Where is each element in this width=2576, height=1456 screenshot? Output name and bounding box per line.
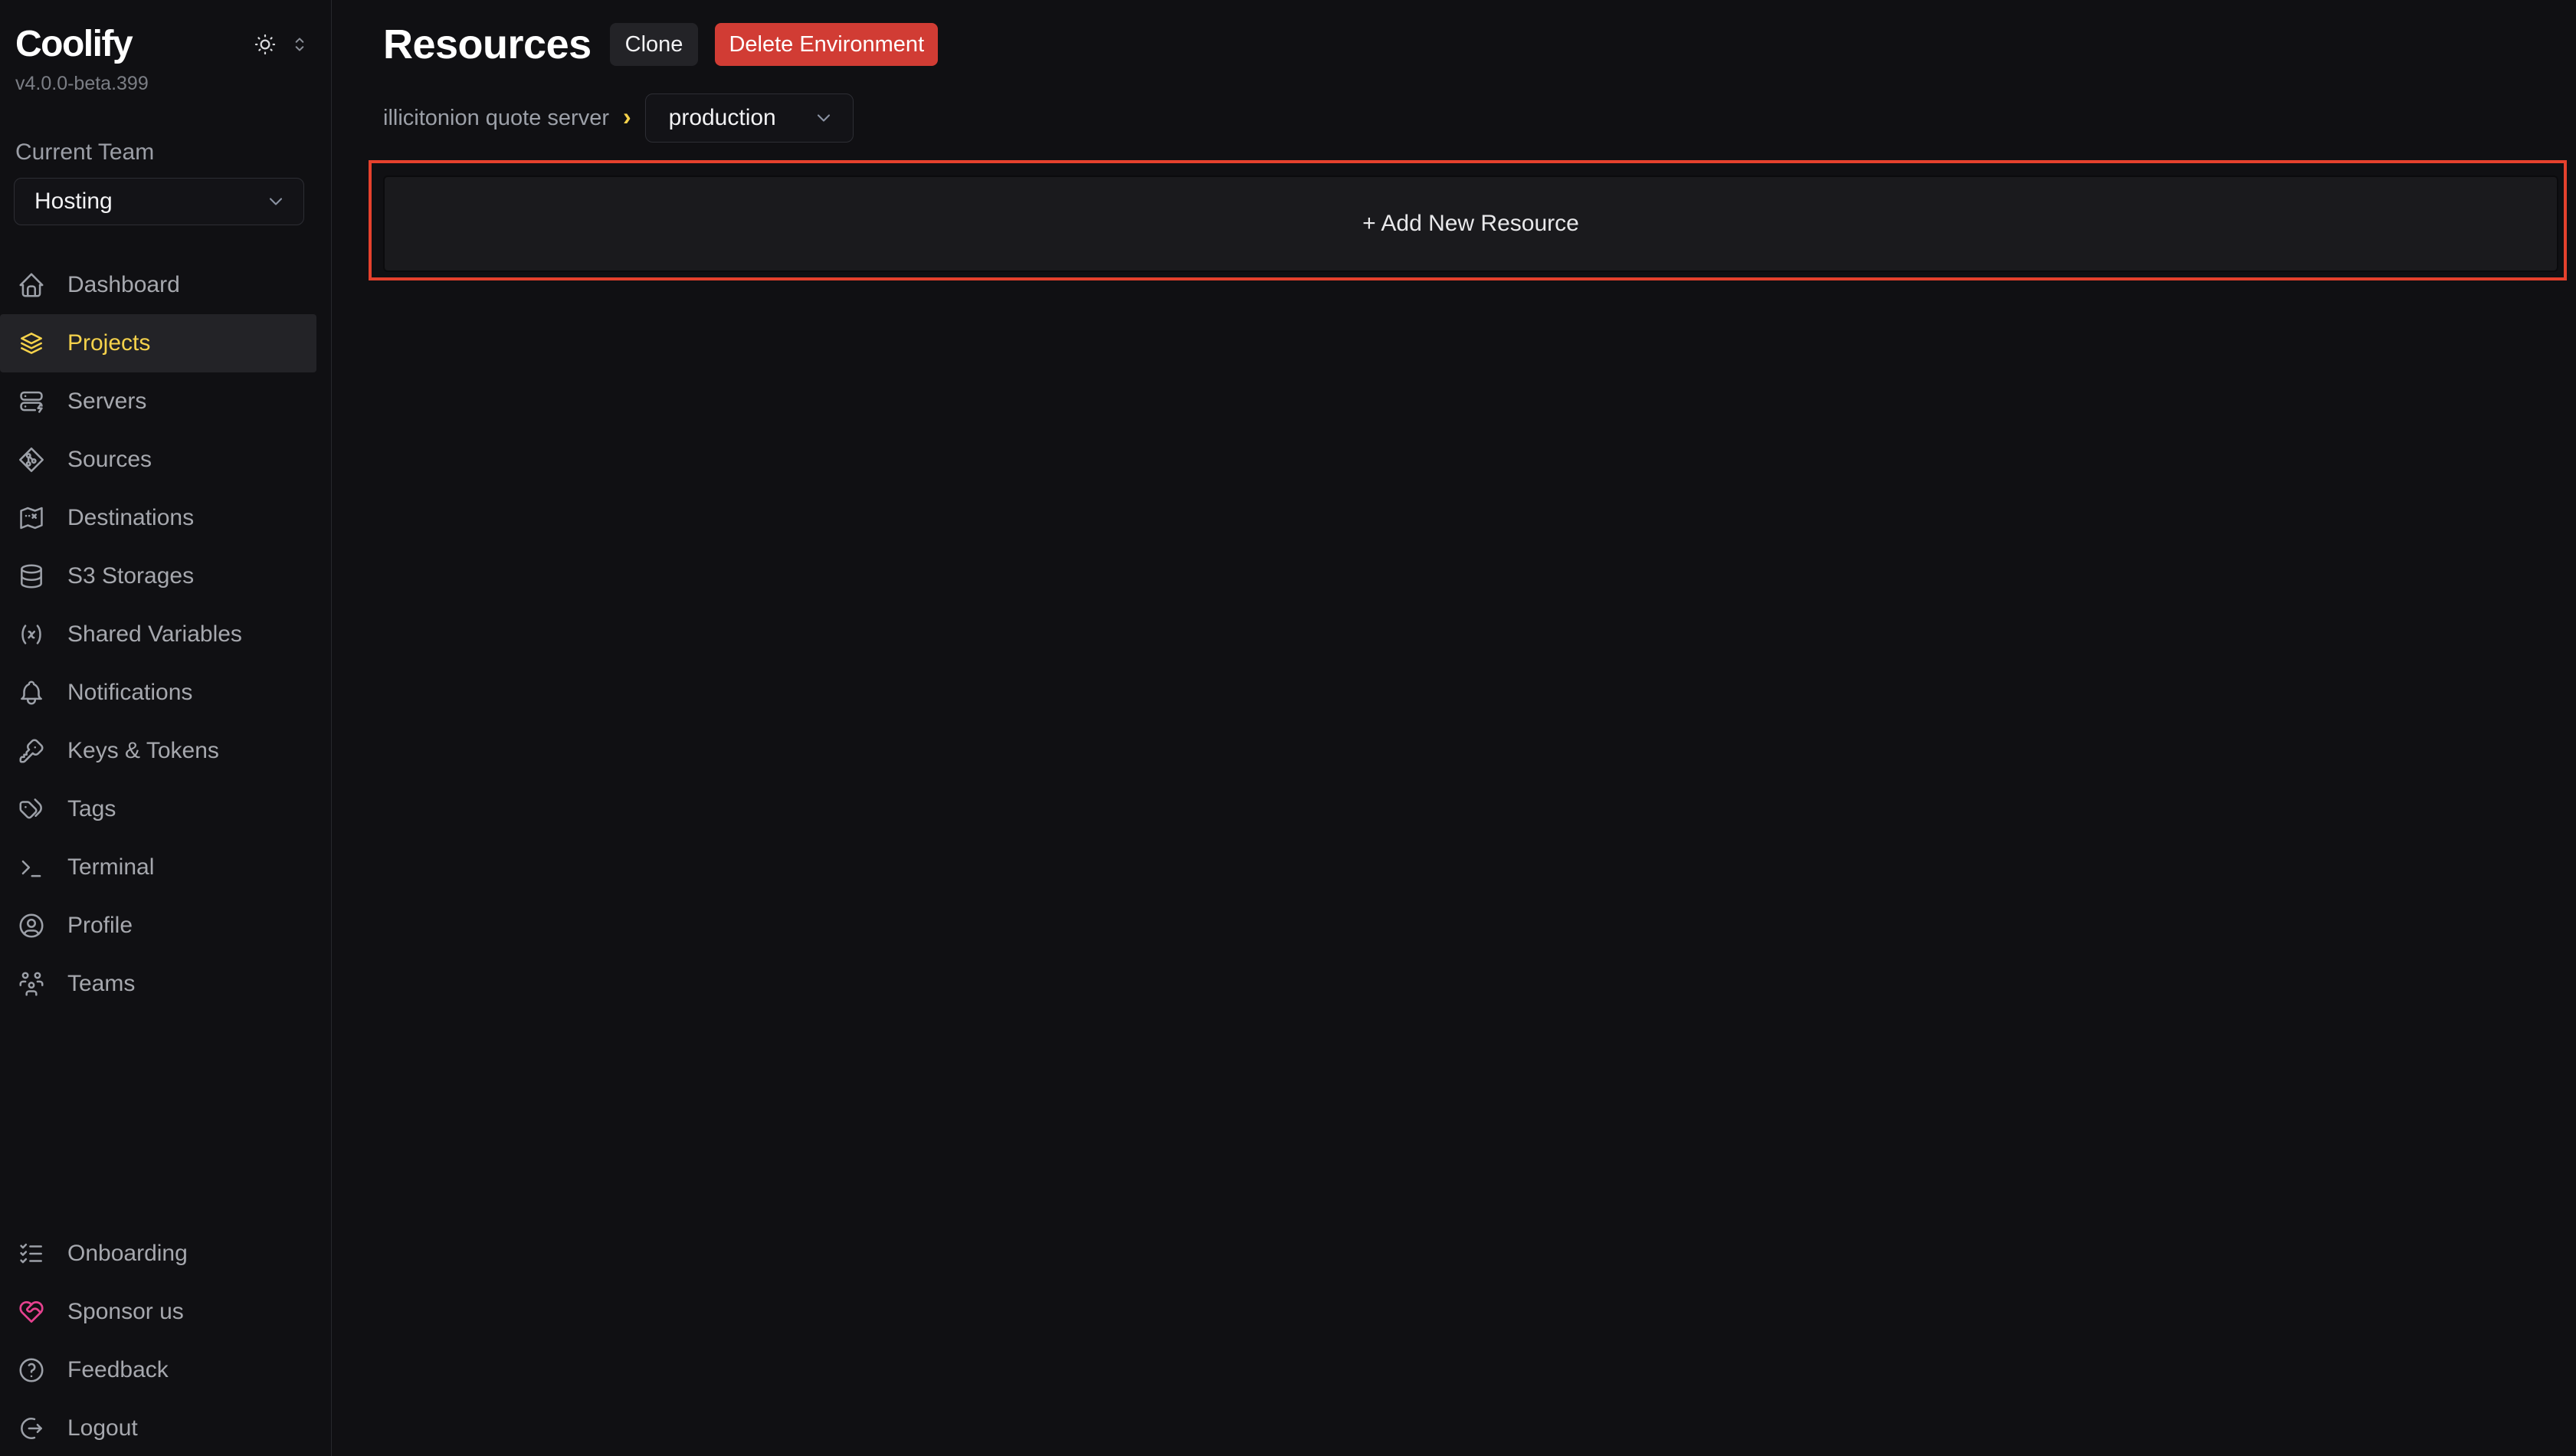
sidebar-item-onboarding[interactable]: Onboarding (0, 1225, 332, 1283)
app-version: v4.0.0-beta.399 (0, 65, 331, 95)
sidebar-item-label: Tags (67, 796, 116, 822)
sidebar-item-notifications[interactable]: Notifications (0, 664, 332, 722)
sidebar-item-label: Dashboard (67, 272, 180, 298)
git-icon (17, 445, 46, 474)
layers-icon (17, 329, 46, 358)
tags-icon (17, 795, 46, 824)
sidebar-item-feedback[interactable]: Feedback (0, 1341, 332, 1399)
page-header: Resources Clone Delete Environment (383, 20, 2576, 69)
sidebar-item-label: Keys & Tokens (67, 738, 219, 764)
map-icon (17, 503, 46, 533)
sidebar-item-label: Sponsor us (67, 1299, 184, 1325)
coolify-app: { "app": { "name": "Coolify", "version":… (0, 0, 2576, 1456)
sidebar-item-label: Shared Variables (67, 621, 242, 648)
chevron-down-icon (265, 191, 287, 212)
sidebar-item-sponsor-us[interactable]: Sponsor us (0, 1283, 332, 1341)
delete-environment-button[interactable]: Delete Environment (715, 23, 938, 66)
logout-icon (17, 1414, 46, 1443)
sidebar-item-label: Teams (67, 971, 135, 997)
sidebar-footer-nav: Onboarding Sponsor us Feedback (0, 1225, 332, 1456)
sidebar-nav: Dashboard Projects Servers (0, 256, 332, 1013)
sidebar-item-label: Feedback (67, 1357, 169, 1383)
add-new-resource-button[interactable]: + Add New Resource (383, 175, 2558, 272)
heart-handshake-icon (17, 1297, 46, 1326)
users-icon (17, 969, 46, 999)
bell-icon (17, 678, 46, 707)
environment-select-value: production (669, 105, 776, 131)
sidebar: Coolify v4.0.0-beta.399 Current Team Hos… (0, 0, 332, 1456)
sidebar-item-label: Terminal (67, 854, 154, 880)
sidebar-item-label: Notifications (67, 680, 192, 706)
sidebar-item-profile[interactable]: Profile (0, 897, 332, 955)
sidebar-item-label: S3 Storages (67, 563, 194, 589)
sidebar-item-dashboard[interactable]: Dashboard (0, 256, 332, 314)
terminal-icon (17, 853, 46, 882)
sidebar-item-keys-tokens[interactable]: Keys & Tokens (0, 722, 332, 780)
logo-row: Coolify (0, 0, 331, 65)
help-circle-icon (17, 1356, 46, 1385)
database-icon (17, 562, 46, 591)
breadcrumb: illicitonion quote server › production (383, 93, 2576, 143)
sun-icon[interactable] (253, 32, 277, 57)
sidebar-item-label: Logout (67, 1415, 138, 1441)
environment-select[interactable]: production (645, 93, 854, 143)
sidebar-item-label: Destinations (67, 505, 194, 531)
current-team-label: Current Team (0, 95, 331, 166)
sidebar-item-destinations[interactable]: Destinations (0, 489, 332, 547)
key-icon (17, 736, 46, 766)
sidebar-item-label: Projects (67, 330, 150, 356)
sidebar-item-projects[interactable]: Projects (0, 314, 316, 372)
breadcrumb-project-link[interactable]: illicitonion quote server (383, 106, 609, 131)
app-logo[interactable]: Coolify (15, 23, 132, 65)
sidebar-item-label: Onboarding (67, 1241, 188, 1267)
theme-controls (253, 32, 310, 57)
sidebar-item-label: Sources (67, 447, 152, 473)
theme-selector-chevrons-icon[interactable] (290, 34, 310, 54)
home-icon (17, 271, 46, 300)
sidebar-item-logout[interactable]: Logout (0, 1399, 332, 1456)
chevron-right-icon: › (623, 103, 631, 131)
sidebar-item-servers[interactable]: Servers (0, 372, 332, 431)
server-icon (17, 387, 46, 416)
team-select[interactable]: Hosting (14, 178, 304, 225)
page-title: Resources (383, 21, 592, 68)
checklist-icon (17, 1239, 46, 1268)
main-content: Resources Clone Delete Environment illic… (333, 0, 2576, 1456)
sidebar-item-s3-storages[interactable]: S3 Storages (0, 547, 332, 605)
clone-button[interactable]: Clone (610, 23, 699, 66)
sidebar-item-tags[interactable]: Tags (0, 780, 332, 838)
sidebar-item-label: Profile (67, 913, 133, 939)
sidebar-item-teams[interactable]: Teams (0, 955, 332, 1013)
team-select-value: Hosting (34, 189, 113, 215)
sidebar-item-shared-variables[interactable]: Shared Variables (0, 605, 332, 664)
chevron-down-icon (813, 107, 834, 129)
sidebar-item-label: Servers (67, 389, 146, 415)
user-circle-icon (17, 911, 46, 940)
sidebar-item-terminal[interactable]: Terminal (0, 838, 332, 897)
variable-icon (17, 620, 46, 649)
sidebar-item-sources[interactable]: Sources (0, 431, 332, 489)
